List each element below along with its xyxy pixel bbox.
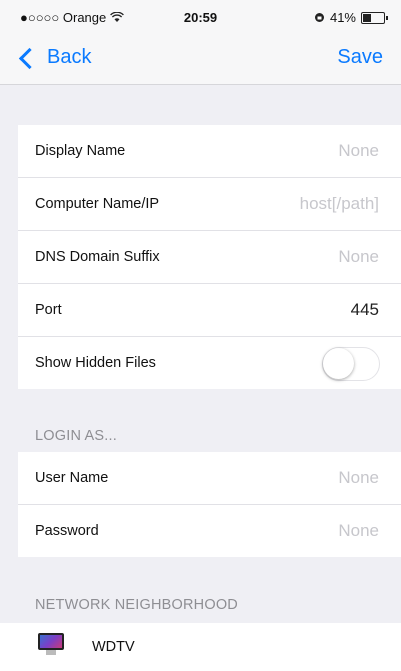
navigation-bar: Back Save	[0, 36, 401, 85]
login-group: User Name None Password None	[18, 452, 401, 557]
port-label: Port	[35, 302, 62, 318]
login-section-title: LOGIN AS...	[35, 428, 117, 444]
imac-stand	[46, 650, 56, 655]
display-name-row[interactable]: Display Name None	[18, 125, 401, 178]
imac-icon	[38, 633, 64, 655]
status-bar: ●○○○○ Orange 20:59 41%	[0, 0, 401, 36]
port-field[interactable]: 445	[351, 300, 379, 320]
chevron-left-icon	[18, 47, 41, 70]
battery-icon	[361, 11, 388, 24]
password-label: Password	[35, 523, 99, 539]
user-name-field[interactable]: None	[338, 468, 379, 488]
network-item-label: WDTV	[92, 639, 135, 655]
status-right: 41%	[314, 10, 388, 25]
back-label: Back	[47, 46, 92, 68]
dns-suffix-label: DNS Domain Suffix	[35, 249, 160, 265]
user-name-row[interactable]: User Name None	[18, 452, 401, 505]
toggle-knob	[323, 348, 354, 379]
user-name-label: User Name	[35, 470, 109, 486]
back-button[interactable]: Back	[18, 46, 92, 70]
dns-suffix-row[interactable]: DNS Domain Suffix None	[18, 231, 401, 284]
password-field[interactable]: None	[338, 521, 379, 541]
rotation-lock-icon	[314, 13, 324, 22]
computer-name-row[interactable]: Computer Name/IP host[/path]	[18, 178, 401, 231]
battery-fill	[363, 13, 371, 22]
port-row[interactable]: Port 445	[18, 284, 401, 337]
computer-name-label: Computer Name/IP	[35, 196, 160, 212]
password-row[interactable]: Password None	[18, 505, 401, 557]
server-settings-group: Display Name None Computer Name/IP host[…	[18, 125, 401, 389]
display-name-field[interactable]: None	[338, 141, 379, 161]
battery-percent: 41%	[329, 10, 356, 25]
imac-screen	[38, 633, 64, 650]
display-name-label: Display Name	[35, 143, 126, 159]
dns-suffix-field[interactable]: None	[338, 247, 379, 267]
show-hidden-files-label: Show Hidden Files	[35, 355, 156, 371]
network-item-wdtv[interactable]: WDTV	[0, 623, 401, 671]
network-section-title: NETWORK NEIGHBORHOOD	[35, 597, 238, 613]
save-button[interactable]: Save	[337, 46, 383, 69]
computer-name-field[interactable]: host[/path]	[300, 194, 379, 214]
show-hidden-files-row: Show Hidden Files	[18, 337, 401, 389]
show-hidden-files-toggle[interactable]	[322, 347, 380, 381]
